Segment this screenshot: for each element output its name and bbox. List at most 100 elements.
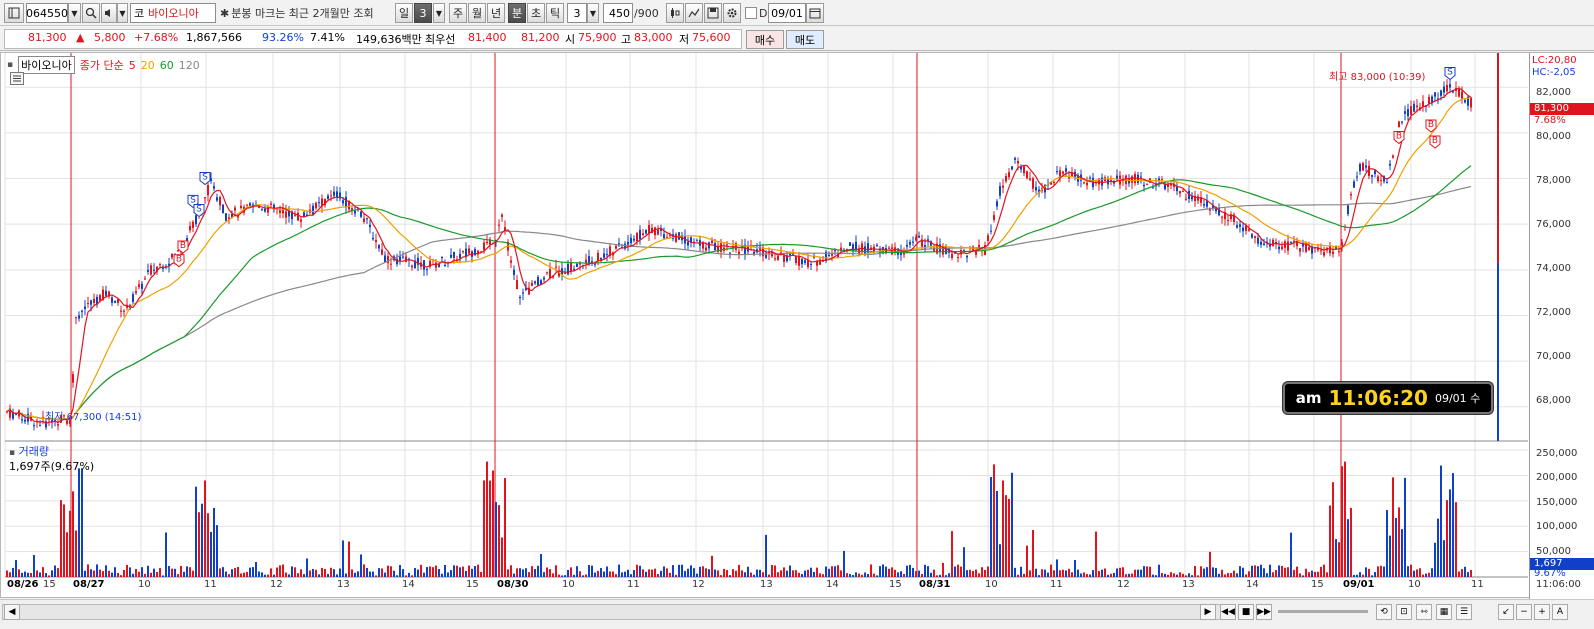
volume-bar <box>1311 570 1313 577</box>
list-icon[interactable]: ☰ <box>1456 604 1472 620</box>
tab-year[interactable]: 년 <box>487 3 505 23</box>
candle-body <box>687 241 689 246</box>
search-icon[interactable] <box>82 3 100 23</box>
volume-bar <box>696 573 698 577</box>
candle-body <box>1350 194 1352 196</box>
buy-button[interactable]: 매수 <box>746 30 784 49</box>
candle-body <box>567 263 569 275</box>
volume-bar <box>768 574 770 577</box>
gear-icon[interactable] <box>723 3 741 23</box>
volume-bar <box>180 565 182 577</box>
volume-bar <box>222 567 224 577</box>
volume-bar <box>1437 518 1439 577</box>
horizontal-scrollbar[interactable] <box>2 604 1230 620</box>
x-tick-label: 10 <box>138 579 151 590</box>
day-interval-value[interactable]: 3 <box>414 3 432 23</box>
scroll-left-icon[interactable]: ◀ <box>4 604 20 620</box>
stock-name-box[interactable]: 코 바이오니아 <box>130 3 216 23</box>
volume-bar <box>867 574 869 577</box>
volume-bar <box>837 565 839 577</box>
candle-body <box>987 235 989 241</box>
candle-tool-icon[interactable] <box>666 3 684 23</box>
trend-tool-icon[interactable] <box>685 3 703 23</box>
volume-bar <box>606 566 608 577</box>
x-tick-label: 14 <box>1246 579 1259 590</box>
tab-week[interactable]: 주 <box>449 3 467 23</box>
volume-bar <box>1266 573 1268 577</box>
tab-day[interactable]: 일 <box>395 3 413 23</box>
volume-bar <box>942 562 944 577</box>
layout-icon[interactable] <box>4 3 24 23</box>
volume-bar <box>1107 574 1109 577</box>
volume-bar <box>1047 572 1049 577</box>
zoom-out-icon[interactable]: − <box>1516 604 1532 620</box>
volume-bar <box>636 564 638 577</box>
chart-menu-icon[interactable] <box>10 72 24 85</box>
split-icon[interactable]: ⇿ <box>1416 604 1432 620</box>
volume-bar <box>6 570 8 577</box>
calendar-icon[interactable] <box>806 3 824 23</box>
volume-bar <box>1191 575 1193 577</box>
volume-bar <box>657 574 659 577</box>
save-icon[interactable] <box>704 3 722 23</box>
zoom-reset-icon[interactable]: ⟲ <box>1376 604 1392 620</box>
zoom-in-icon[interactable]: + <box>1534 604 1550 620</box>
date-input[interactable]: 09/01 <box>768 3 806 23</box>
zoom-slider[interactable] <box>1278 610 1368 613</box>
fast-forward-icon[interactable]: ▶▶ <box>1256 604 1272 620</box>
volume-bar <box>132 573 134 577</box>
volume-bar <box>864 572 866 577</box>
volume-bar <box>1392 477 1394 577</box>
volume-bar <box>1218 573 1220 577</box>
volume-bar <box>366 567 368 577</box>
legend-stock-name[interactable]: 바이오니아 <box>18 56 75 74</box>
code-dropdown-icon[interactable]: ▼ <box>68 3 81 23</box>
count-input[interactable]: 450 <box>603 3 633 23</box>
candle-body <box>696 240 698 242</box>
low-label: 저 <box>679 33 690 46</box>
candle-body <box>1203 204 1205 206</box>
price-change: 5,800 <box>94 31 126 44</box>
volume-bar <box>231 569 233 577</box>
candle-body <box>246 204 248 206</box>
volume-bar <box>174 568 176 577</box>
sound-icon[interactable] <box>101 3 117 23</box>
candle-body <box>501 214 503 217</box>
tab-month[interactable]: 월 <box>468 3 486 23</box>
chart-area[interactable]: BBBBBSSSS ▪ 바이오니아 종가 단순 5 20 60 120 ▪ 거래… <box>0 52 1594 599</box>
volume-bar <box>468 565 470 577</box>
stop-icon[interactable]: ■ <box>1238 604 1254 620</box>
grid-icon[interactable]: ▦ <box>1436 604 1452 620</box>
volume-bar <box>450 570 452 577</box>
scroll-right-icon[interactable]: ▶ <box>1200 604 1216 620</box>
sound-dropdown-icon[interactable]: ▼ <box>117 3 128 23</box>
interval-input[interactable]: 3 <box>567 3 587 23</box>
volume-bar <box>789 565 791 577</box>
collapse-icon[interactable]: ↙ <box>1498 604 1514 620</box>
stock-code-input[interactable]: 064550 <box>26 3 68 23</box>
volume-bar <box>1137 569 1139 577</box>
interval-dropdown-icon[interactable]: ▼ <box>587 3 599 23</box>
sell-button[interactable]: 매도 <box>786 30 824 49</box>
volume-bar <box>408 572 410 577</box>
volume-bar <box>471 568 473 577</box>
day-interval-dropdown-icon[interactable]: ▼ <box>433 3 445 23</box>
zoom-fit-icon[interactable]: ⊡ <box>1396 604 1412 620</box>
candle-body <box>654 227 656 236</box>
candle-body <box>795 255 797 264</box>
tab-minute[interactable]: 분 <box>508 3 526 23</box>
tab-tick[interactable]: 틱 <box>546 3 564 23</box>
candle-body <box>1152 187 1154 189</box>
tab-second[interactable]: 초 <box>527 3 545 23</box>
candle-body <box>1185 198 1187 200</box>
candle-body <box>513 269 515 275</box>
ma60-line <box>6 165 1472 420</box>
rewind-icon[interactable]: ◀◀ <box>1220 604 1236 620</box>
volume-bar <box>1398 507 1400 577</box>
candle-body <box>1251 234 1253 238</box>
volume-bar <box>1239 566 1241 577</box>
candle-body <box>1404 111 1406 114</box>
volume-bar <box>906 565 908 577</box>
date-checkbox[interactable] <box>745 7 757 19</box>
auto-scale-icon[interactable]: A <box>1552 604 1568 620</box>
